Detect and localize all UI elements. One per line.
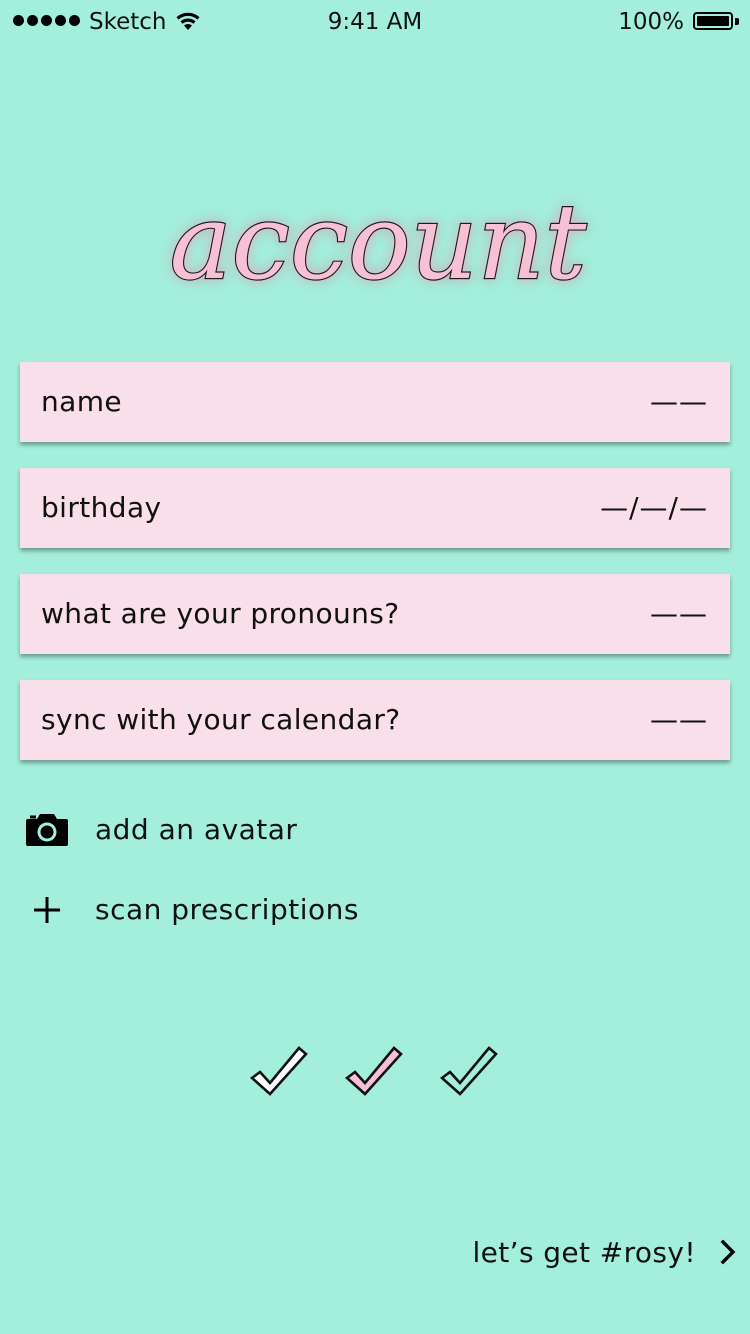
name-field[interactable]: name —— — [20, 362, 730, 442]
page-title-text: account — [170, 181, 587, 303]
checkmark-icon — [249, 1046, 308, 1096]
birthday-field-value: —/—/— — [600, 491, 708, 524]
next-button[interactable]: let’s get #rosy! — [472, 1226, 738, 1278]
next-button-label: let’s get #rosy! — [472, 1235, 696, 1269]
camera-icon — [26, 814, 68, 846]
plus-icon — [34, 897, 60, 923]
scan-prescriptions-label: scan prescriptions — [95, 893, 359, 926]
birthday-field-label: birthday — [41, 491, 162, 524]
pronouns-field-label: what are your pronouns? — [41, 597, 400, 630]
birthday-field[interactable]: birthday —/—/— — [20, 468, 730, 548]
pronouns-field-value: —— — [650, 597, 708, 630]
calendar-sync-field-value: —— — [650, 703, 708, 736]
scan-prescriptions-button[interactable]: scan prescriptions — [0, 880, 500, 940]
page-title: account — [0, 180, 750, 310]
checkmark-icon — [344, 1046, 403, 1096]
add-avatar-button[interactable]: add an avatar — [0, 800, 500, 860]
name-field-value: —— — [650, 385, 708, 418]
name-field-label: name — [41, 385, 123, 418]
add-avatar-label: add an avatar — [95, 813, 298, 846]
calendar-sync-field-label: sync with your calendar? — [41, 703, 401, 736]
battery-percentage: 100% — [618, 9, 684, 35]
progress-indicator — [248, 1042, 508, 1098]
status-bar: Sketch 9:41 AM 100% — [0, 0, 750, 44]
checkmark-icon — [439, 1046, 498, 1096]
calendar-sync-field[interactable]: sync with your calendar? —— — [20, 680, 730, 760]
battery-icon — [693, 12, 739, 32]
pronouns-field[interactable]: what are your pronouns? —— — [20, 574, 730, 654]
chevron-right-icon — [720, 1239, 736, 1265]
